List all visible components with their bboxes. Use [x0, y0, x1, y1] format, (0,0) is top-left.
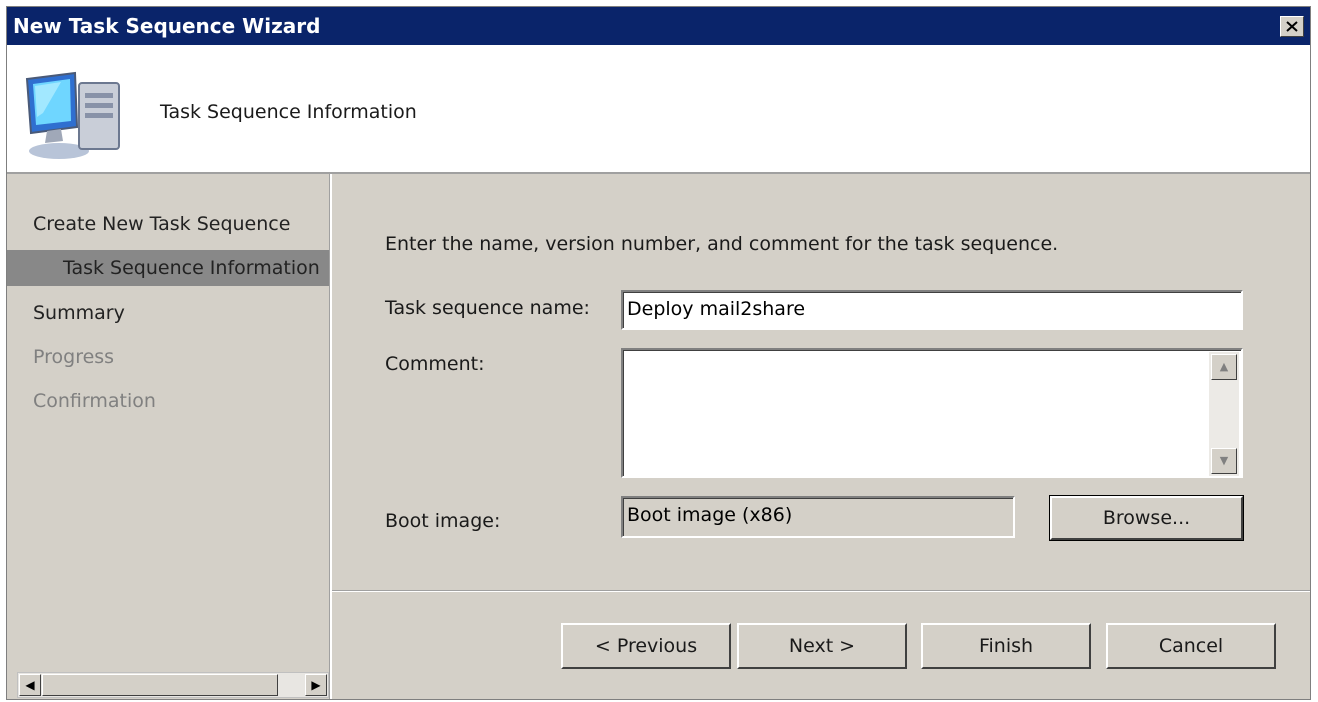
arrow-right-icon: ▶	[311, 678, 321, 692]
title-bar: New Task Sequence Wizard	[7, 7, 1310, 45]
arrow-down-icon: ▼	[1219, 454, 1229, 467]
arrow-up-icon: ▲	[1219, 360, 1229, 373]
nav-item-task-sequence-information[interactable]: Task Sequence Information	[7, 250, 329, 286]
window-title: New Task Sequence Wizard	[13, 14, 321, 38]
scroll-down-button[interactable]: ▼	[1211, 448, 1237, 474]
arrow-left-icon: ◀	[25, 678, 35, 692]
nav-item-create-new-task-sequence[interactable]: Create New Task Sequence	[7, 206, 329, 242]
cancel-button[interactable]: Cancel	[1106, 623, 1276, 669]
close-icon	[1286, 21, 1298, 32]
scroll-right-button[interactable]: ▶	[305, 674, 327, 696]
comment-textarea[interactable]: ▲ ▼	[621, 348, 1243, 478]
scroll-up-button[interactable]: ▲	[1211, 354, 1237, 380]
nav-item-confirmation: Confirmation	[33, 390, 156, 412]
comment-vertical-scrollbar[interactable]: ▲ ▼	[1209, 352, 1239, 476]
footer-divider	[332, 590, 1310, 592]
computer-icon	[25, 71, 120, 159]
instruction-text: Enter the name, version number, and comm…	[385, 233, 1059, 255]
boot-image-label: Boot image:	[385, 510, 501, 532]
wizard-header: Task Sequence Information	[7, 45, 1310, 174]
browse-button[interactable]: Browse...	[1049, 495, 1244, 541]
finish-button[interactable]: Finish	[921, 623, 1091, 669]
horizontal-scrollbar[interactable]: ◀ ▶	[17, 672, 329, 698]
nav-item-progress: Progress	[33, 346, 115, 368]
task-sequence-name-input[interactable]: Deploy mail2share	[621, 290, 1243, 330]
nav-divider	[329, 174, 332, 699]
wizard-nav: Create New Task Sequence Task Sequence I…	[7, 174, 329, 699]
previous-button[interactable]: < Previous	[561, 623, 731, 669]
close-button[interactable]	[1280, 16, 1304, 37]
task-sequence-name-label: Task sequence name:	[385, 297, 590, 319]
next-button[interactable]: Next >	[737, 623, 907, 669]
boot-image-field: Boot image (x86)	[621, 496, 1015, 538]
scroll-left-button[interactable]: ◀	[19, 674, 41, 696]
nav-item-summary[interactable]: Summary	[7, 295, 329, 331]
header-title: Task Sequence Information	[160, 101, 417, 123]
comment-label: Comment:	[385, 353, 485, 375]
wizard-window: New Task Sequence Wizard Task Sequence I…	[6, 6, 1311, 700]
scroll-thumb[interactable]	[42, 674, 278, 696]
